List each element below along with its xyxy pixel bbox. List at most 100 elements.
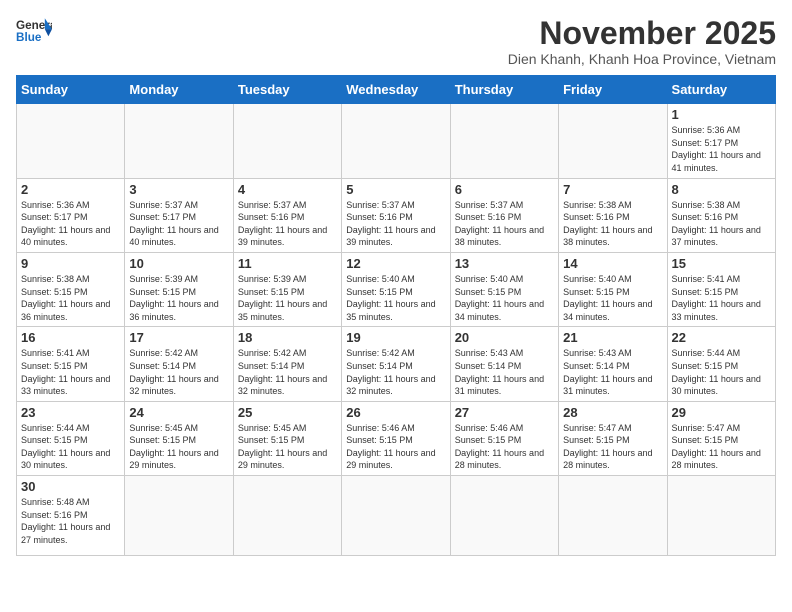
day-number: 7 [563, 182, 662, 197]
day-info: Sunrise: 5:44 AM Sunset: 5:15 PM Dayligh… [672, 347, 771, 397]
day-info: Sunrise: 5:40 AM Sunset: 5:15 PM Dayligh… [455, 273, 554, 323]
day-info: Sunrise: 5:43 AM Sunset: 5:14 PM Dayligh… [455, 347, 554, 397]
calendar-cell: 7Sunrise: 5:38 AM Sunset: 5:16 PM Daylig… [559, 178, 667, 252]
calendar-cell: 23 Sunrise: 5:44 AM Sunset: 5:15 PM Dayli… [17, 401, 125, 475]
calendar-week-row: 9 Sunrise: 5:38 AM Sunset: 5:15 PM Daylig… [17, 252, 776, 326]
calendar-cell: 30 Sunrise: 5:48 AM Sunset: 5:16 PM Dayli… [17, 476, 125, 556]
calendar-table: SundayMondayTuesdayWednesdayThursdayFrid… [16, 75, 776, 556]
day-info: Sunrise: 5:48 AM Sunset: 5:16 PM Dayligh… [21, 496, 120, 546]
day-info: Sunrise: 5:44 AM Sunset: 5:15 PM Dayligh… [21, 422, 120, 472]
day-number: 28 [563, 405, 662, 420]
day-header-tuesday: Tuesday [233, 76, 341, 104]
day-info: Sunrise: 5:40 AM Sunset: 5:15 PM Dayligh… [563, 273, 662, 323]
calendar-cell: 6 Sunrise: 5:37 AM Sunset: 5:16 PM Daylig… [450, 178, 558, 252]
calendar-cell [233, 104, 341, 178]
calendar-cell: 5 Sunrise: 5:37 AM Sunset: 5:16 PM Daylig… [342, 178, 450, 252]
day-header-wednesday: Wednesday [342, 76, 450, 104]
day-number: 2 [21, 182, 120, 197]
day-number: 9 [21, 256, 120, 271]
day-info: Sunrise: 5:41 AM Sunset: 5:15 PM Dayligh… [21, 347, 120, 397]
calendar-cell: 22 Sunrise: 5:44 AM Sunset: 5:15 PM Dayli… [667, 327, 775, 401]
day-info: Sunrise: 5:38 AM Sunset: 5:16 PM Dayligh… [672, 199, 771, 249]
calendar-cell: 2 Sunrise: 5:36 AM Sunset: 5:17 PM Daylig… [17, 178, 125, 252]
day-info: Sunrise: 5:39 AM Sunset: 5:15 PM Dayligh… [129, 273, 228, 323]
day-number: 6 [455, 182, 554, 197]
calendar-week-row: 1 Sunrise: 5:36 AM Sunset: 5:17 PM Daylig… [17, 104, 776, 178]
calendar-cell: 20 Sunrise: 5:43 AM Sunset: 5:14 PM Dayli… [450, 327, 558, 401]
day-number: 29 [672, 405, 771, 420]
calendar-cell: 28 Sunrise: 5:47 AM Sunset: 5:15 PM Dayli… [559, 401, 667, 475]
day-number: 1 [672, 107, 771, 122]
calendar-cell: 21Sunrise: 5:43 AM Sunset: 5:14 PM Dayli… [559, 327, 667, 401]
calendar-header-row: SundayMondayTuesdayWednesdayThursdayFrid… [17, 76, 776, 104]
calendar-cell [559, 104, 667, 178]
calendar-cell: 1 Sunrise: 5:36 AM Sunset: 5:17 PM Daylig… [667, 104, 775, 178]
location-subtitle: Dien Khanh, Khanh Hoa Province, Vietnam [508, 51, 776, 67]
day-info: Sunrise: 5:47 AM Sunset: 5:15 PM Dayligh… [672, 422, 771, 472]
calendar-cell [559, 476, 667, 556]
calendar-week-row: 23 Sunrise: 5:44 AM Sunset: 5:15 PM Dayli… [17, 401, 776, 475]
day-info: Sunrise: 5:47 AM Sunset: 5:15 PM Dayligh… [563, 422, 662, 472]
calendar-cell [125, 476, 233, 556]
calendar-cell: 19 Sunrise: 5:42 AM Sunset: 5:14 PM Dayli… [342, 327, 450, 401]
calendar-cell: 13Sunrise: 5:40 AM Sunset: 5:15 PM Dayli… [450, 252, 558, 326]
title-block: November 2025 Dien Khanh, Khanh Hoa Prov… [508, 16, 776, 67]
day-info: Sunrise: 5:37 AM Sunset: 5:16 PM Dayligh… [455, 199, 554, 249]
calendar-cell [450, 104, 558, 178]
calendar-week-row: 30 Sunrise: 5:48 AM Sunset: 5:16 PM Dayli… [17, 476, 776, 556]
calendar-cell [17, 104, 125, 178]
day-header-friday: Friday [559, 76, 667, 104]
calendar-cell [342, 476, 450, 556]
day-number: 19 [346, 330, 445, 345]
day-info: Sunrise: 5:46 AM Sunset: 5:15 PM Dayligh… [455, 422, 554, 472]
day-header-thursday: Thursday [450, 76, 558, 104]
day-info: Sunrise: 5:42 AM Sunset: 5:14 PM Dayligh… [238, 347, 337, 397]
day-header-saturday: Saturday [667, 76, 775, 104]
calendar-cell: 26 Sunrise: 5:46 AM Sunset: 5:15 PM Dayli… [342, 401, 450, 475]
day-number: 5 [346, 182, 445, 197]
calendar-cell: 15 Sunrise: 5:41 AM Sunset: 5:15 PM Dayli… [667, 252, 775, 326]
calendar-cell: 12Sunrise: 5:40 AM Sunset: 5:15 PM Dayli… [342, 252, 450, 326]
day-info: Sunrise: 5:45 AM Sunset: 5:15 PM Dayligh… [129, 422, 228, 472]
calendar-cell [233, 476, 341, 556]
day-number: 23 [21, 405, 120, 420]
day-number: 22 [672, 330, 771, 345]
calendar-week-row: 16Sunrise: 5:41 AM Sunset: 5:15 PM Dayli… [17, 327, 776, 401]
calendar-cell [667, 476, 775, 556]
calendar-cell: 3Sunrise: 5:37 AM Sunset: 5:17 PM Daylig… [125, 178, 233, 252]
day-info: Sunrise: 5:46 AM Sunset: 5:15 PM Dayligh… [346, 422, 445, 472]
svg-text:Blue: Blue [16, 31, 42, 44]
calendar-cell: 8Sunrise: 5:38 AM Sunset: 5:16 PM Daylig… [667, 178, 775, 252]
day-number: 27 [455, 405, 554, 420]
calendar-cell: 24 Sunrise: 5:45 AM Sunset: 5:15 PM Dayli… [125, 401, 233, 475]
day-info: Sunrise: 5:38 AM Sunset: 5:15 PM Dayligh… [21, 273, 120, 323]
day-number: 30 [21, 479, 120, 494]
calendar-cell: 11Sunrise: 5:39 AM Sunset: 5:15 PM Dayli… [233, 252, 341, 326]
calendar-cell [125, 104, 233, 178]
day-number: 4 [238, 182, 337, 197]
calendar-cell [450, 476, 558, 556]
day-info: Sunrise: 5:43 AM Sunset: 5:14 PM Dayligh… [563, 347, 662, 397]
day-info: Sunrise: 5:37 AM Sunset: 5:16 PM Dayligh… [238, 199, 337, 249]
day-info: Sunrise: 5:42 AM Sunset: 5:14 PM Dayligh… [346, 347, 445, 397]
day-number: 14 [563, 256, 662, 271]
calendar-cell: 16Sunrise: 5:41 AM Sunset: 5:15 PM Dayli… [17, 327, 125, 401]
day-number: 24 [129, 405, 228, 420]
day-info: Sunrise: 5:45 AM Sunset: 5:15 PM Dayligh… [238, 422, 337, 472]
day-info: Sunrise: 5:37 AM Sunset: 5:16 PM Dayligh… [346, 199, 445, 249]
day-info: Sunrise: 5:36 AM Sunset: 5:17 PM Dayligh… [21, 199, 120, 249]
day-number: 15 [672, 256, 771, 271]
calendar-cell: 17 Sunrise: 5:42 AM Sunset: 5:14 PM Dayli… [125, 327, 233, 401]
day-info: Sunrise: 5:37 AM Sunset: 5:17 PM Dayligh… [129, 199, 228, 249]
day-number: 17 [129, 330, 228, 345]
day-number: 12 [346, 256, 445, 271]
calendar-week-row: 2 Sunrise: 5:36 AM Sunset: 5:17 PM Daylig… [17, 178, 776, 252]
day-number: 26 [346, 405, 445, 420]
day-info: Sunrise: 5:41 AM Sunset: 5:15 PM Dayligh… [672, 273, 771, 323]
day-number: 20 [455, 330, 554, 345]
day-info: Sunrise: 5:36 AM Sunset: 5:17 PM Dayligh… [672, 124, 771, 174]
day-header-monday: Monday [125, 76, 233, 104]
day-info: Sunrise: 5:42 AM Sunset: 5:14 PM Dayligh… [129, 347, 228, 397]
calendar-cell: 4 Sunrise: 5:37 AM Sunset: 5:16 PM Daylig… [233, 178, 341, 252]
calendar-cell: 9 Sunrise: 5:38 AM Sunset: 5:15 PM Daylig… [17, 252, 125, 326]
